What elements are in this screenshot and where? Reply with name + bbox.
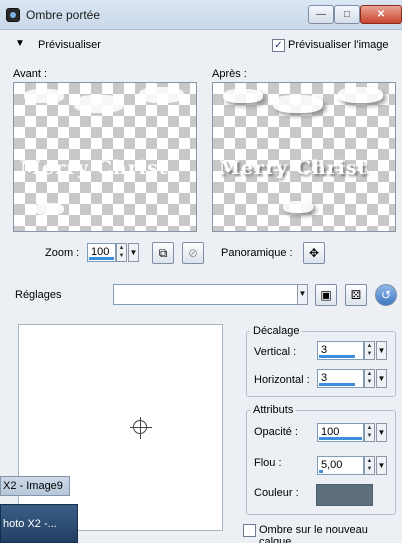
- zoom-slider-bar: [89, 257, 114, 260]
- image-fragment: [24, 89, 64, 103]
- background-window-tab-text: hoto X2 -...: [3, 518, 57, 530]
- vertical-label: Vertical :: [254, 346, 297, 358]
- pan-label: Panoramique :: [221, 247, 293, 259]
- horizontal-dropdown[interactable]: ▼: [376, 369, 387, 388]
- color-label: Couleur :: [254, 487, 299, 499]
- background-window-title-text: X2 - Image9: [3, 480, 63, 492]
- preview-before: Merry Christ: [13, 82, 197, 232]
- preview-image-checkbox[interactable]: ✓: [272, 39, 285, 52]
- horizontal-input[interactable]: 3: [317, 369, 364, 388]
- vertical-slider-bar: [319, 355, 355, 358]
- zoom-spinner[interactable]: ▲ ▼: [116, 243, 127, 262]
- opacity-label: Opacité :: [254, 426, 299, 438]
- preview-after: Merry Christ: [212, 82, 396, 232]
- background-window-title[interactable]: X2 - Image9: [0, 476, 70, 496]
- offset-title: Décalage: [250, 325, 303, 337]
- close-button[interactable]: ✕: [360, 5, 402, 24]
- refresh-icon[interactable]: ↺: [375, 284, 397, 306]
- triangle-down-icon[interactable]: ▼: [15, 38, 25, 49]
- zoom-fit-icon[interactable]: ⧉: [152, 242, 174, 264]
- blur-dropdown[interactable]: ▼: [376, 456, 387, 475]
- image-fragment: [139, 87, 184, 103]
- image-fragment: [34, 203, 64, 215]
- new-layer-label: Ombre sur le nouveau calque: [259, 524, 368, 543]
- settings-select[interactable]: [113, 284, 298, 305]
- window-title: Ombre portée: [26, 8, 101, 22]
- color-swatch[interactable]: [316, 484, 373, 506]
- after-label: Après :: [212, 68, 247, 80]
- preview-image-label: Prévisualiser l'image: [288, 39, 389, 51]
- crosshair-icon[interactable]: [130, 417, 152, 439]
- background-window-tab[interactable]: hoto X2 -...: [0, 504, 78, 543]
- vertical-input[interactable]: 3: [317, 341, 364, 360]
- blur-slider-bar: [319, 470, 323, 473]
- maximize-button[interactable]: □: [334, 5, 360, 24]
- title-bar: Ombre portée — □ ✕: [0, 0, 402, 30]
- image-fragment: [223, 89, 263, 103]
- before-label: Avant :: [13, 68, 48, 80]
- zoom-label: Zoom :: [45, 247, 80, 259]
- floppy-disk-icon[interactable]: ▣: [315, 284, 337, 306]
- horizontal-slider-bar: [319, 383, 355, 386]
- image-fragment: [273, 95, 323, 113]
- shadow-offset-pad[interactable]: [18, 324, 223, 531]
- blur-value: 5,00: [321, 459, 343, 471]
- opacity-spinner[interactable]: ▲ ▼: [364, 423, 375, 442]
- horizontal-spinner[interactable]: ▲ ▼: [364, 369, 375, 388]
- image-fragment: [283, 201, 313, 213]
- opacity-dropdown[interactable]: ▼: [376, 423, 387, 442]
- app-icon: [6, 8, 20, 22]
- preview-label: Prévisualiser: [38, 39, 101, 51]
- horizontal-label: Horizontal :: [254, 374, 310, 386]
- settings-label: Réglages: [15, 289, 62, 301]
- preview-after-text: Merry Christ: [219, 157, 368, 179]
- zoom-cancel-icon: ⊘: [182, 242, 204, 264]
- preview-before-text: Merry Christ: [20, 157, 169, 179]
- blur-input[interactable]: 5,00: [317, 456, 364, 475]
- zoom-dropdown[interactable]: ▼: [128, 243, 139, 262]
- attributes-title: Attributs: [250, 404, 297, 416]
- zoom-input[interactable]: 100: [87, 243, 116, 262]
- move-arrows-icon[interactable]: ✥: [303, 242, 325, 264]
- new-layer-checkbox[interactable]: [243, 524, 256, 537]
- image-fragment: [74, 95, 124, 113]
- blur-label: Flou :: [254, 457, 282, 469]
- opacity-input[interactable]: 100: [317, 423, 364, 442]
- vertical-dropdown[interactable]: ▼: [376, 341, 387, 360]
- opacity-slider-bar: [319, 437, 362, 440]
- image-fragment: [338, 87, 383, 103]
- dice-icon[interactable]: ⚄: [345, 284, 367, 306]
- vertical-spinner[interactable]: ▲ ▼: [364, 341, 375, 360]
- blur-spinner[interactable]: ▲ ▼: [364, 456, 375, 475]
- settings-dropdown[interactable]: ▼: [297, 284, 308, 305]
- minimize-button[interactable]: —: [308, 5, 334, 24]
